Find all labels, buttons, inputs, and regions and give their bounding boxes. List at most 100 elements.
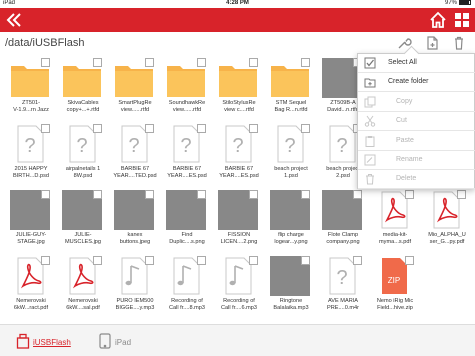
file-name: SmartPlugRe view......rtfd	[118, 100, 152, 113]
menu-item-label: Delete	[396, 175, 417, 183]
file-item[interactable]: SmartPlugRe view......rtfd	[109, 58, 161, 122]
file-name: STM Sequel Bag R...n.rtfd	[274, 100, 308, 113]
file-item[interactable]: Nemerovski 6kW....sal.pdf	[57, 256, 109, 320]
file-item[interactable]: Flote Clamp company.png	[317, 190, 369, 254]
select-checkbox[interactable]	[301, 58, 310, 67]
file-name: Recording of Call fr....6.mp3	[220, 298, 258, 311]
trash-icon[interactable]	[451, 35, 467, 51]
svg-text:?: ?	[284, 135, 295, 157]
file-item[interactable]: JULIE-GUY- STAGE.jpg	[5, 190, 57, 254]
select-checkbox[interactable]	[41, 58, 50, 67]
check-box-icon	[364, 57, 376, 69]
select-checkbox[interactable]	[249, 58, 258, 67]
select-checkbox[interactable]	[301, 124, 310, 133]
file-item[interactable]: ? airpalnetails 1 8W.psd	[57, 124, 109, 188]
file-item[interactable]: PURO IEM500 BIGGE....y.mp3	[109, 256, 161, 320]
select-checkbox[interactable]	[249, 256, 258, 265]
scissors-icon	[364, 115, 376, 127]
file-name: Mio_ALPHA_U ser_G...py.pdf	[428, 232, 466, 245]
select-checkbox[interactable]	[145, 124, 154, 133]
file-item[interactable]: Nemerovski 6kW...ract.pdf	[5, 256, 57, 320]
copy-icon	[364, 96, 376, 108]
file-item[interactable]: kanex buttons.jpeg	[109, 190, 161, 254]
file-name: BARBIE 67 YEAR....ES.psd	[219, 166, 259, 179]
select-checkbox[interactable]	[197, 58, 206, 67]
select-checkbox[interactable]	[41, 190, 50, 199]
menu-item-delete[interactable]: Delete	[358, 170, 475, 190]
select-checkbox[interactable]	[145, 256, 154, 265]
menu-item-copy[interactable]: Copy	[358, 93, 475, 112]
menu-item-label: Rename	[396, 156, 423, 163]
select-checkbox[interactable]	[301, 256, 310, 265]
create-folder-icon	[364, 78, 376, 88]
file-item[interactable]: ZIP Nemo iRig Mic Field...hive.zip	[369, 256, 421, 320]
file-item[interactable]: ? BARBIE 67 YEAR....ES.psd	[161, 124, 213, 188]
file-item[interactable]: ? beach project 1.psd	[265, 124, 317, 188]
home-icon[interactable]	[428, 10, 448, 30]
select-checkbox[interactable]	[93, 124, 102, 133]
select-checkbox[interactable]	[93, 256, 102, 265]
file-item[interactable]: flip charge logear...y.png	[265, 190, 317, 254]
file-item[interactable]: Mio_ALPHA_U ser_G...py.pdf	[421, 190, 473, 254]
select-checkbox[interactable]	[405, 190, 414, 199]
file-item[interactable]: ? AVE MARIA PRE....0.m4r	[317, 256, 369, 320]
file-item[interactable]: ZT501- V-1.9...rn Jazz	[5, 58, 57, 122]
file-name: BARBIE 67 YEAR....TED.psd	[113, 166, 157, 179]
battery-indicator: 97%	[445, 0, 471, 6]
select-checkbox[interactable]	[249, 124, 258, 133]
file-name: JULIE- MUSCLES.jpg	[64, 232, 102, 245]
file-item[interactable]: ? 2015 HAPPY BIRTH...D.psd	[5, 124, 57, 188]
select-checkbox[interactable]	[41, 256, 50, 265]
select-checkbox[interactable]	[353, 256, 362, 265]
file-item[interactable]: FISSION LICEN....2.png	[213, 190, 265, 254]
file-name: airpalnetails 1 8W.psd	[65, 166, 101, 179]
select-checkbox[interactable]	[93, 190, 102, 199]
svg-text:?: ?	[76, 135, 87, 157]
select-checkbox[interactable]	[41, 124, 50, 133]
menu-item-select-all[interactable]: Select All	[358, 54, 475, 73]
select-checkbox[interactable]	[353, 190, 362, 199]
menu-item-label: Copy	[396, 97, 413, 105]
select-checkbox[interactable]	[197, 124, 206, 133]
file-name: PURO IEM500 BIGGE....y.mp3	[115, 298, 155, 311]
select-checkbox[interactable]	[249, 190, 258, 199]
grid-view-icon[interactable]	[452, 10, 472, 30]
select-checkbox[interactable]	[93, 58, 102, 67]
file-name: 2015 HAPPY BIRTH...D.psd	[13, 166, 49, 179]
file-item[interactable]: Ringtone Balalaika.mp3	[265, 256, 317, 320]
file-item[interactable]: StiloStylusRe view c....rtfd	[213, 58, 265, 122]
file-name: beach project 1.psd	[274, 166, 308, 179]
bottom-tab-bar: iUSBFlash iPad	[0, 324, 475, 356]
file-item[interactable]: Recording of Call fr....6.mp3	[213, 256, 265, 320]
status-bar: iPad 4:28 PM 97%	[0, 0, 475, 8]
select-checkbox[interactable]	[301, 190, 310, 199]
file-item[interactable]: Find Duplic....s.png	[161, 190, 213, 254]
menu-item-label: Paste	[396, 136, 414, 144]
file-item[interactable]: SoundhawkRe view......rtfd	[161, 58, 213, 122]
new-document-icon[interactable]	[424, 35, 440, 51]
file-name: AVE MARIA PRE....0.m4r	[326, 298, 360, 311]
file-item[interactable]: Recording of Call fr....8.mp3	[161, 256, 213, 320]
select-checkbox[interactable]	[197, 190, 206, 199]
menu-item-cut[interactable]: Cut	[358, 112, 475, 132]
clock: 4:28 PM	[226, 0, 249, 6]
file-item[interactable]: ? BARBIE 67 YEAR....TED.psd	[109, 124, 161, 188]
file-name: media-kit- myma...s.pdf	[378, 232, 412, 245]
file-item[interactable]: ? BARBIE 67 YEAR....ES.psd	[213, 124, 265, 188]
file-item[interactable]: SkivaCables copy+...+.rtfd	[57, 58, 109, 122]
back-icon[interactable]	[5, 11, 23, 29]
select-checkbox[interactable]	[405, 256, 414, 265]
file-name: Find Duplic....s.png	[169, 232, 205, 245]
menu-item-paste[interactable]: Paste	[358, 132, 475, 151]
select-checkbox[interactable]	[145, 190, 154, 199]
menu-item-rename[interactable]: Rename	[358, 151, 475, 170]
file-item[interactable]: JULIE- MUSCLES.jpg	[57, 190, 109, 254]
select-checkbox[interactable]	[197, 256, 206, 265]
select-checkbox[interactable]	[145, 58, 154, 67]
menu-item-create-folder[interactable]: Create folder	[358, 73, 475, 93]
file-item[interactable]: media-kit- myma...s.pdf	[369, 190, 421, 254]
select-checkbox[interactable]	[457, 190, 466, 199]
file-name: StiloStylusRe view c....rtfd	[222, 100, 256, 113]
actions-menu: Select All Create folder Copy Cut Paste Renam…	[357, 53, 475, 190]
file-item[interactable]: STM Sequel Bag R...n.rtfd	[265, 58, 317, 122]
